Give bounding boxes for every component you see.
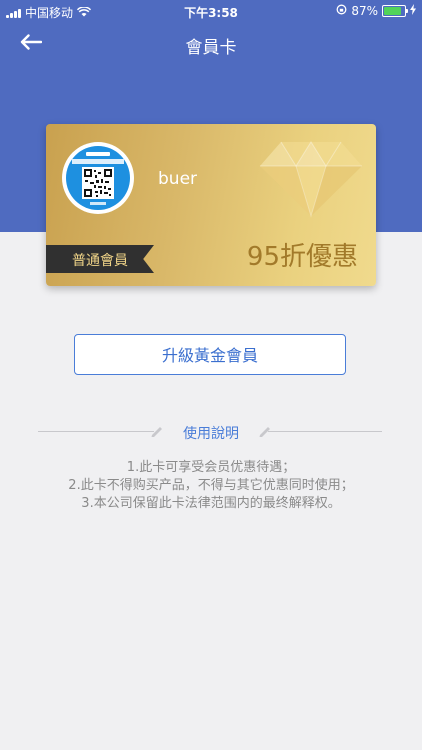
- nav-bar: 會員卡: [0, 22, 422, 66]
- status-bar: 中国移动 下午3:58 87%: [0, 0, 422, 22]
- page-title: 會員卡: [185, 38, 237, 58]
- rotation-lock-icon: [336, 4, 347, 18]
- status-right: 87%: [336, 4, 416, 18]
- diamond-icon: [260, 141, 362, 218]
- avatar-qr-image: [66, 146, 130, 210]
- rule-item: 3.本公司保留此卡法律范围内的最终解释权。: [81, 496, 341, 511]
- member-name: buer: [158, 169, 198, 189]
- discount-label: 95折優惠: [246, 242, 358, 272]
- charging-icon: [410, 4, 416, 18]
- upgrade-gold-button[interactable]: 升級黃金會員: [74, 334, 346, 375]
- usage-title: 使用說明: [183, 426, 239, 442]
- member-card: buer 普通會員 95折優惠: [46, 124, 376, 286]
- battery-percent: 87%: [351, 4, 378, 18]
- divider-right: [268, 431, 382, 432]
- rule-item: 2.此卡不得购买产品，不得与其它优惠同时使用；: [68, 478, 354, 493]
- qr-code-icon: [84, 169, 112, 197]
- battery-icon: [382, 5, 408, 17]
- rule-item: 1.此卡可享受会员优惠待遇；: [126, 460, 296, 475]
- usage-rules: 1.此卡可享受会员优惠待遇； 2.此卡不得购买产品，不得与其它优惠同时使用； 3…: [0, 459, 422, 513]
- avatar: [62, 142, 134, 214]
- member-level-label: 普通會員: [72, 253, 128, 269]
